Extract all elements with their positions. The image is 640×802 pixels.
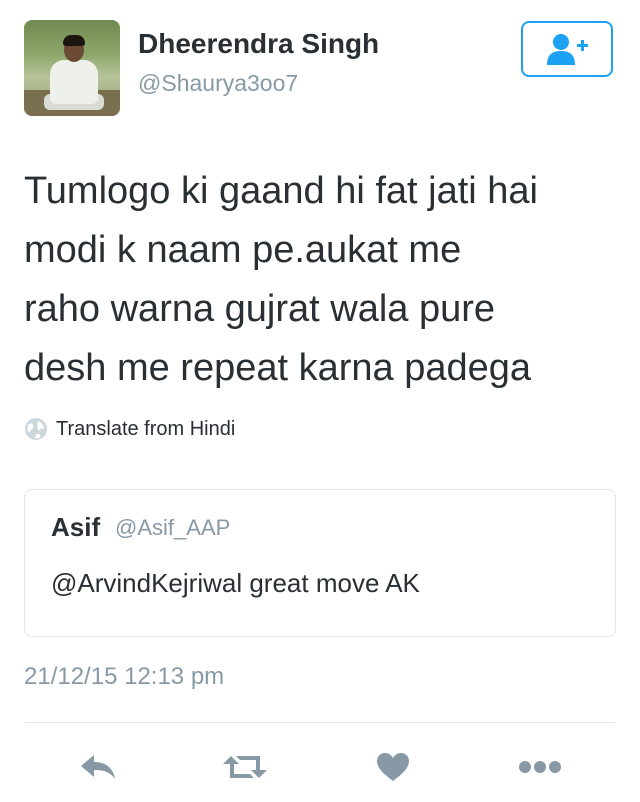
quoted-tweet-text: @ArvindKejriwal great move AK: [51, 568, 420, 598]
like-icon: [377, 753, 409, 781]
user-handle[interactable]: @Shaurya3oo7: [138, 70, 298, 97]
quoted-user-handle: @Asif_AAP: [115, 515, 231, 540]
add-user-icon: [547, 34, 588, 65]
tweet-timestamp: 21/12/15 12:13 pm: [24, 663, 225, 690]
more-icon: [519, 761, 561, 773]
tweet-text-line: desh me repeat karna padega: [24, 347, 532, 389]
reply-icon: [81, 755, 115, 779]
globe-icon: [25, 418, 47, 440]
quoted-user-name: Asif: [51, 512, 101, 542]
action-bar: [0, 745, 640, 789]
user-name[interactable]: Dheerendra Singh: [138, 28, 379, 60]
avatar-person-body: [50, 60, 98, 104]
avatar[interactable]: [24, 20, 120, 116]
follow-button[interactable]: [521, 21, 613, 77]
quoted-tweet[interactable]: Asif @Asif_AAP @ArvindKejriwal great mov…: [24, 489, 616, 637]
more-button[interactable]: [515, 745, 565, 789]
tweet-text-line: raho warna gujrat wala pure: [24, 288, 496, 330]
retweet-icon: [223, 756, 267, 778]
divider: [24, 722, 616, 723]
translate-label: Translate from Hindi: [56, 417, 236, 440]
like-button[interactable]: [368, 745, 418, 789]
translate-link[interactable]: Translate from Hindi: [24, 416, 235, 442]
tweet-text-line: Tumlogo ki gaand hi fat jati hai: [24, 170, 539, 212]
reply-button[interactable]: [73, 745, 123, 789]
avatar-person-hair: [63, 35, 85, 46]
tweet-text-line: modi k naam pe.aukat me: [24, 229, 462, 271]
retweet-button[interactable]: [220, 745, 270, 789]
tweet-text: Tumlogo ki gaand hi fat jati hai modi k …: [24, 162, 624, 398]
